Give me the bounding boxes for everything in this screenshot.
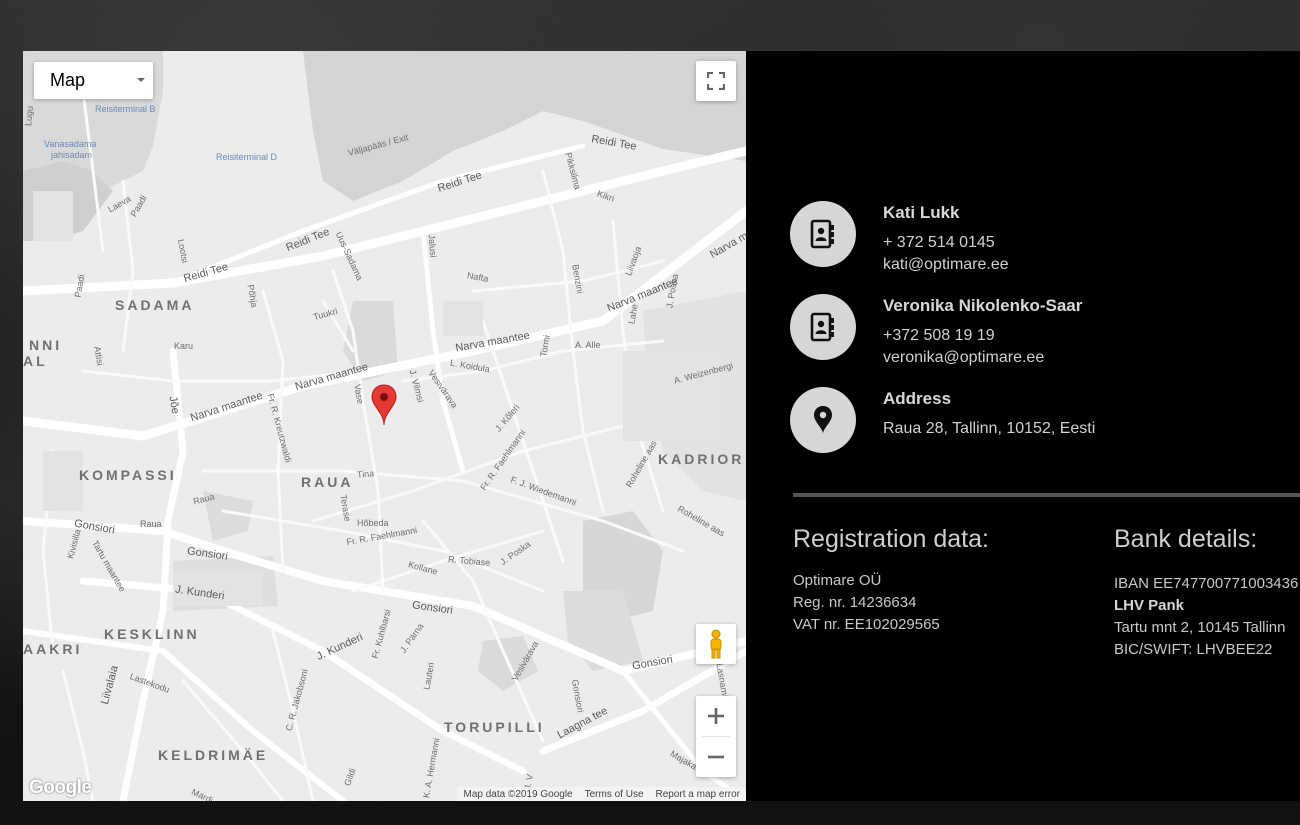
pegman-icon — [710, 629, 722, 659]
address-text: Raua 28, Tallinn, 10152, Eesti — [883, 420, 1096, 437]
contact-email[interactable]: veronika@optimare.ee — [883, 349, 1044, 367]
contact-phone[interactable]: +372 508 19 19 — [883, 327, 995, 345]
map-street-label: Karu — [174, 341, 194, 351]
address-heading: Address — [883, 389, 952, 408]
map-poi-label: jahisadam — [51, 150, 93, 160]
address-icon-circle — [790, 387, 856, 453]
map-data-credit: Map data ©2019 Google — [463, 788, 573, 800]
contact-card-address: Address Raua 28, Tallinn, 10152, Eesti — [790, 387, 1290, 453]
map-street-label: Jalusi — [426, 234, 439, 258]
registration-heading: Registration data: — [793, 525, 989, 553]
map-district-label: AL — [23, 353, 48, 369]
map-district-label: KESKLINN — [104, 626, 200, 642]
map-street-label: Raua — [140, 519, 162, 529]
bank-name: LHV Pank — [1114, 597, 1185, 614]
bank-heading: Bank details: — [1114, 525, 1258, 553]
map-poi-label: Reisiterminal B — [95, 104, 156, 114]
zoom-out-button[interactable] — [696, 737, 736, 777]
contact-book-icon — [810, 219, 834, 249]
map-poi-label: Reisiterminal D — [216, 152, 278, 162]
contact-icon-circle — [790, 201, 856, 267]
contact-email[interactable]: kati@optimare.ee — [883, 256, 1009, 274]
company-name: Optimare OÜ — [793, 572, 882, 589]
section-divider — [793, 493, 1300, 497]
map-district-label: NNI — [29, 337, 63, 353]
map-district-label: KOMPASSI — [79, 467, 177, 483]
map-district-label: SADAMA — [115, 297, 195, 313]
contact-name: Kati Lukk — [883, 203, 960, 222]
map-type-select[interactable]: Map — [34, 62, 153, 99]
terms-of-use-link[interactable]: Terms of Use — [585, 789, 644, 800]
map-district-label: AAKRI — [23, 641, 83, 657]
contact-phone[interactable]: + 372 514 0145 — [883, 234, 995, 252]
report-map-error-link[interactable]: Report a map error — [656, 789, 740, 800]
map-district-label: KADRIOR — [658, 451, 745, 467]
map-street-label: Hõbeda — [357, 518, 389, 528]
location-marker-icon[interactable] — [371, 384, 397, 426]
street-view-pegman-button[interactable] — [696, 624, 736, 664]
contact-name: Veronika Nikolenko-Saar — [883, 296, 1083, 315]
map-street-label: Tina — [356, 468, 375, 480]
minus-icon — [708, 755, 724, 759]
bank-iban: IBAN EE747700771003436 — [1114, 575, 1299, 592]
contact-book-icon — [810, 312, 834, 342]
map-district-label: KELDRIMÄE — [158, 747, 269, 763]
map-type-label: Map — [50, 70, 86, 90]
zoom-control — [696, 696, 736, 777]
map-attribution-bar: Map data ©2019 Google Terms of Use Repor… — [457, 787, 746, 801]
contact-card-kati: Kati Lukk + 372 514 0145 kati@optimare.e… — [790, 201, 1290, 273]
contact-icon-circle — [790, 294, 856, 360]
plus-icon — [708, 708, 724, 724]
location-pin-icon — [814, 406, 832, 434]
contact-card-veronika: Veronika Nikolenko-Saar +372 508 19 19 v… — [790, 294, 1290, 366]
map-embed[interactable]: SADAMA KOMPASSI RAUA KADRIOR KESKLINN TO… — [23, 51, 746, 801]
bank-address: Tartu mnt 2, 10145 Tallinn — [1114, 619, 1286, 636]
map-district-label: TORUPILLI — [444, 719, 545, 735]
map-tiles[interactable] — [23, 51, 746, 801]
contact-info-panel: Kati Lukk + 372 514 0145 kati@optimare.e… — [746, 51, 1300, 801]
fullscreen-icon — [707, 72, 725, 90]
fullscreen-button[interactable] — [696, 61, 736, 101]
caret-down-icon — [137, 78, 145, 82]
google-logo[interactable]: Google — [29, 777, 92, 799]
map-street-label: A. Alle — [575, 340, 601, 350]
vat-number: VAT nr. EE102029565 — [793, 616, 940, 633]
registration-number: Reg. nr. 14236634 — [793, 594, 917, 611]
bank-bic: BIC/SWIFT: LHVBEE22 — [1114, 641, 1273, 658]
map-district-label: RAUA — [301, 474, 354, 490]
map-street-label: Lugu — [23, 105, 35, 127]
zoom-in-button[interactable] — [696, 696, 736, 736]
map-poi-label: Vanasadama — [44, 139, 97, 149]
